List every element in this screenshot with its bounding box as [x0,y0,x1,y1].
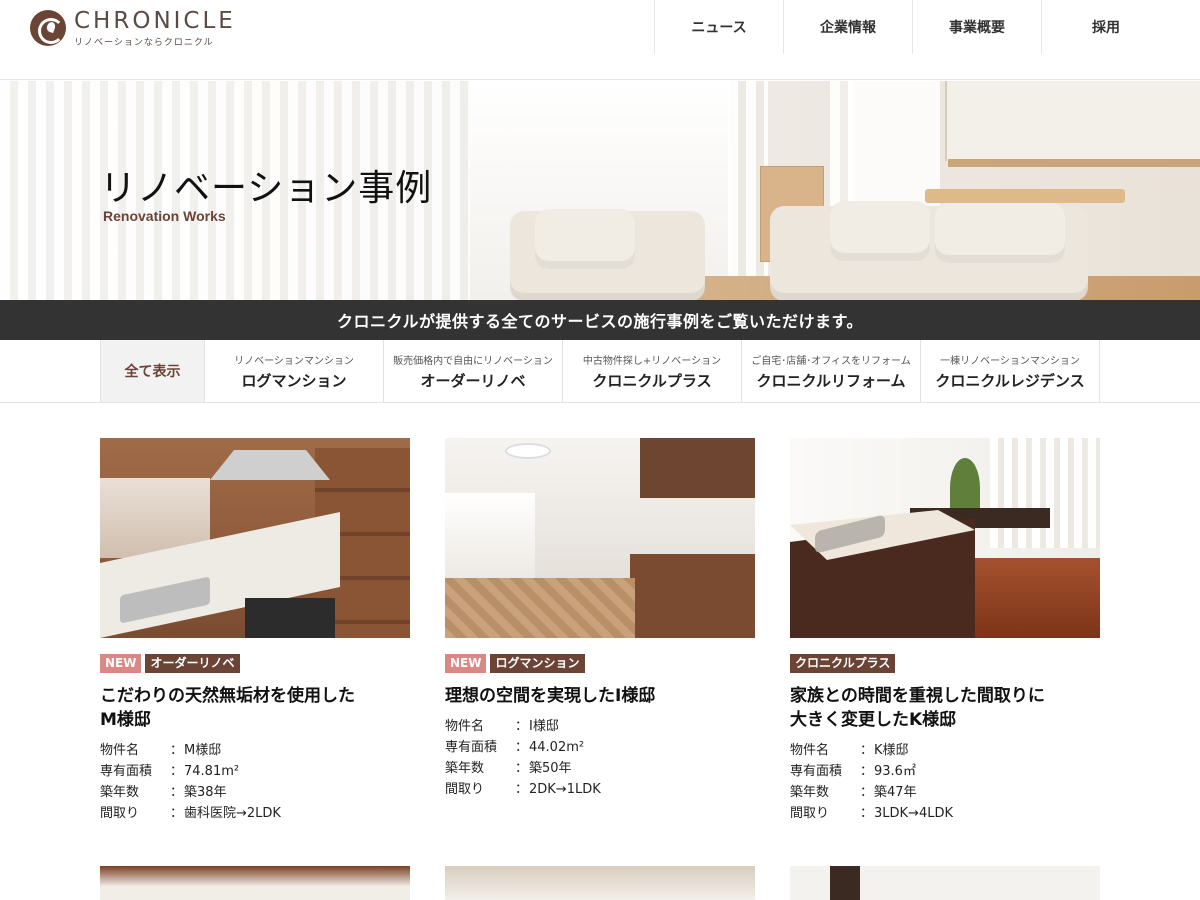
category-filter: 全て表示 リノベーションマンション ログマンション 販売価格内で自由にリノベーシ… [0,340,1200,403]
filter-label: クロニクルレジデンス [935,371,1085,390]
hero-dining-table [925,189,1125,203]
spec-row: 築年数：築50年 [445,761,572,776]
spec-row: 物件名： M様邸 [100,743,222,758]
spec-row: 専有面積： 93.6㎡ [790,764,916,779]
new-badge: NEW [445,654,487,673]
category-badge: クロニクルプラス [790,654,896,673]
spec-row: 専有面積： 44.02m² [445,740,585,755]
work-photo[interactable] [445,438,755,638]
work-photo[interactable] [790,866,1100,900]
spec-row: 築年数：築47年 [790,785,917,800]
work-card[interactable]: NEW オーダーリノベ こだわりの天然無垢材を使用した M様邸 物件名： M様邸 … [100,438,410,824]
spec-row: 専有面積： 74.81m² [100,764,240,779]
work-title[interactable]: こだわりの天然無垢材を使用した M様邸 [100,684,410,732]
tagline-bar: クロニクルが提供する全てのサービスの施行事例をご覧いただけます。 [0,300,1200,340]
hero-armchair-back [535,209,635,269]
hero-cushion-2 [935,203,1065,263]
work-photo[interactable] [790,438,1100,638]
spec-row: 間取り：歯科医院→2LDK [100,806,281,821]
spec-row: 物件名： I様邸 [445,719,559,734]
filter-caption: 中古物件探し+リノベーション [582,355,722,367]
work-photo[interactable] [100,866,410,900]
global-nav: ニュース 企業情報 事業概要 採用 [654,0,1170,54]
hero-counter [948,159,1200,167]
filter-chronicle-residence[interactable]: 一棟リノベーションマンション クロニクルレジデンス [921,340,1100,402]
page-subtitle: Renovation Works [103,208,226,224]
work-title[interactable]: 家族との時間を重視した間取りに 大きく変更したK様邸 [790,684,1100,732]
new-badge: NEW [100,654,142,673]
spec-row: 物件名： K様邸 [790,743,909,758]
filter-caption: リノベーションマンション [234,355,354,367]
filter-all[interactable]: 全て表示 [101,340,205,402]
filter-caption: 販売価格内で自由にリノベーション [393,355,553,367]
work-card[interactable]: クロニクルプラス 家族との時間を重視した間取りに 大きく変更したK様邸 物件名：… [790,438,1100,824]
hero-cushion-1 [830,201,930,261]
category-badge: オーダーリノベ [145,654,240,673]
logo-tagline: リノベーションならクロニクル [74,38,214,48]
filter-label: オーダーリノベ [420,371,526,390]
page-title: リノベーション事例 [100,168,433,209]
filter-log-mansion[interactable]: リノベーションマンション ログマンション [205,340,384,402]
filter-label: クロニクルリフォーム [756,371,906,390]
chronicle-logo-icon [30,10,66,46]
work-photo[interactable] [100,438,410,638]
work-specs: 物件名： I様邸 専有面積： 44.02m² 築年数：築50年 間取り： 2DK→1L… [445,716,755,800]
filter-order-renove[interactable]: 販売価格内で自由にリノベーション オーダーリノベ [384,340,563,402]
work-specs: 物件名： K様邸 専有面積： 93.6㎡ 築年数：築47年 間取り： 3LDK→4LD… [790,740,1100,824]
hero-kitchen [945,81,1200,161]
work-card[interactable]: NEW ログマンション 理想の空間を実現したI様邸 物件名： I様邸 専有面積： 4… [445,438,755,800]
site-header: CHRONICLE リノベーションならクロニクル ニュース 企業情報 事業概要 … [0,0,1200,80]
filter-chronicle-plus[interactable]: 中古物件探し+リノベーション クロニクルプラス [563,340,742,402]
nav-recruit[interactable]: 採用 [1041,0,1170,54]
filter-chronicle-reform[interactable]: ご自宅･店舗･オフィスをリフォーム クロニクルリフォーム [742,340,921,402]
filter-label: クロニクルプラス [592,371,712,390]
nav-news[interactable]: ニュース [654,0,783,54]
filter-caption: 一棟リノベーションマンション [940,355,1080,367]
hero-banner: リノベーション事例 Renovation Works [0,81,1200,300]
filter-caption: ご自宅･店舗･オフィスをリフォーム [751,355,911,367]
work-title[interactable]: 理想の空間を実現したI様邸 [445,684,755,708]
filter-label: ログマンション [241,371,347,390]
category-badge: ログマンション [490,654,585,673]
work-photo[interactable] [445,866,755,900]
spec-row: 間取り： 3LDK→4LDK [790,806,953,821]
spec-row: 間取り： 2DK→1LDK [445,782,601,797]
nav-company[interactable]: 企業情報 [783,0,912,54]
spec-row: 築年数：築38年 [100,785,227,800]
work-specs: 物件名： M様邸 専有面積： 74.81m² 築年数：築38年 間取り：歯科医院→2… [100,740,410,824]
site-logo[interactable]: CHRONICLE リノベーションならクロニクル [30,8,236,48]
nav-business[interactable]: 事業概要 [912,0,1041,54]
logo-name: CHRONICLE [74,8,236,34]
